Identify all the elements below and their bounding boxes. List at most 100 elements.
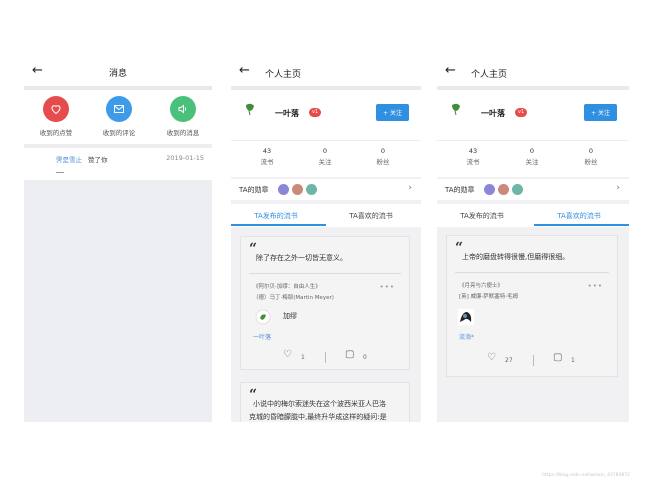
card-divider — [249, 273, 401, 274]
messages-header: ← 消息 — [24, 58, 212, 86]
comment-icon[interactable]: ▢ — [553, 352, 562, 363]
stat-value: 0 — [588, 147, 594, 155]
message-user[interactable]: 霁是雪止 — [56, 154, 82, 164]
received-comments-label: 收到的评论 — [102, 129, 136, 137]
stat-following[interactable]: 0 关注 — [512, 147, 552, 166]
more-options-icon[interactable]: ••• — [588, 282, 603, 290]
profile-header: ← 个人主页 — [231, 58, 421, 86]
messages-title: 消息 — [108, 69, 127, 79]
stat-label: 关注 — [318, 158, 332, 166]
badges-label: TA的勋章 — [445, 186, 475, 194]
received-messages-label: 收到的消息 — [166, 129, 200, 137]
watermark: https://blog.csdn.net/weixin_43784872 — [542, 473, 630, 478]
card-quote: 上帝的磨盘转得很慢,但磨得很细。 — [462, 253, 570, 261]
mail-icon — [114, 105, 124, 113]
leaf-avatar-icon[interactable] — [451, 102, 461, 116]
received-likes-label: 收到的点赞 — [39, 129, 73, 137]
received-likes-button[interactable] — [43, 96, 69, 122]
badges-row[interactable]: TA的勋章 › — [437, 179, 629, 200]
card-source-author: （德）马丁·梅耶(Martin Meyer) — [253, 295, 334, 301]
leaf-avatar-icon[interactable] — [245, 102, 255, 116]
level-badge: v1 — [515, 108, 528, 117]
stat-value: 43 — [262, 147, 272, 155]
profile-info: 一叶落 v1 + 关注 — [437, 90, 629, 140]
level-badge: v1 — [309, 108, 322, 117]
follow-button[interactable]: + 关注 — [376, 104, 409, 121]
profile-screen-liked: ← 个人主页 一叶落 v1 + 关注 43 流书 0 关注 0 粉丝 TA的勋章 › … — [437, 58, 629, 422]
card-source-title: 《阿尔贝·加缪：自由人生》 — [253, 284, 321, 290]
poster-avatar[interactable] — [457, 308, 475, 326]
received-messages-button[interactable] — [170, 96, 196, 122]
stat-label: 流书 — [260, 158, 274, 166]
chevron-right-icon: › — [616, 183, 620, 193]
follow-button[interactable]: + 关注 — [584, 104, 617, 121]
comment-icon[interactable]: ▢ — [345, 349, 354, 360]
heart-outline-icon[interactable]: ♡ — [283, 349, 292, 360]
badge-icon — [498, 184, 509, 195]
more-options-icon[interactable]: ••• — [380, 283, 395, 291]
header-divider — [24, 86, 212, 90]
empty-area — [24, 180, 212, 422]
stat-label: 粉丝 — [376, 158, 390, 166]
profile-title: 个人主页 — [471, 70, 508, 80]
tab-liked[interactable]: TA喜欢的流书 — [326, 211, 416, 221]
action-separator — [533, 355, 534, 366]
badge-icon — [278, 184, 289, 195]
message-date: 2019-01-15 — [166, 154, 204, 162]
message-text: 赞了你 — [88, 156, 108, 164]
profile-tabs: TA发布的流书 TA喜欢的流书 — [231, 204, 421, 227]
poster-name[interactable]: 流淌* — [459, 332, 474, 341]
stat-value: 0 — [380, 147, 386, 155]
stat-label: 关注 — [525, 158, 539, 166]
stat-value: 0 — [529, 147, 535, 155]
stat-value: 0 — [322, 147, 328, 155]
back-arrow-icon[interactable]: ← — [445, 63, 456, 79]
stat-label: 粉丝 — [584, 158, 598, 166]
book-card[interactable]: “ 小说中的梅尔索迷失在这个波西米亚人巴洛 克城的昏暗朦胧中,最终升华成这样的疑… — [240, 382, 410, 422]
received-comments-button[interactable] — [106, 96, 132, 122]
badge-icon — [306, 184, 317, 195]
author-avatar — [255, 309, 271, 325]
profile-stats: 43 流书 0 关注 0 粉丝 — [231, 140, 421, 177]
book-card[interactable]: “ 上帝的磨盘转得很慢,但磨得很细。 《月亮与六便士》 [英] 威廉·萨默塞特·… — [446, 235, 618, 377]
badge-icon — [484, 184, 495, 195]
profile-stats: 43 流书 0 关注 0 粉丝 — [437, 140, 629, 177]
profile-name: 一叶落 — [275, 109, 299, 118]
stat-value: 43 — [468, 147, 478, 155]
stat-following[interactable]: 0 关注 — [305, 147, 345, 166]
back-arrow-icon[interactable]: ← — [239, 63, 250, 79]
card-source-title: 《月亮与六便士》 — [459, 283, 504, 289]
messages-screen: ← 消息 收到的点赞 收到的评论 收到的消息 霁是雪止 赞了你 2019-01-… — [24, 58, 212, 422]
tab-liked[interactable]: TA喜欢的流书 — [534, 211, 624, 221]
message-item[interactable]: 霁是雪止 赞了你 2019-01-15 — [24, 148, 212, 180]
heart-icon — [51, 105, 61, 115]
tab-published[interactable]: TA发布的流书 — [231, 211, 321, 221]
heart-outline-icon[interactable]: ♡ — [487, 352, 496, 363]
stat-followers[interactable]: 0 粉丝 — [571, 147, 611, 166]
stat-books[interactable]: 43 流书 — [453, 147, 493, 166]
badge-icon — [292, 184, 303, 195]
book-card[interactable]: “ 除了存在之外一切皆无意义。 《阿尔贝·加缪：自由人生》 （德）马丁·梅耶(M… — [240, 236, 410, 370]
stat-followers[interactable]: 0 粉丝 — [363, 147, 403, 166]
card-divider — [455, 272, 609, 273]
badges-label: TA的勋章 — [239, 186, 269, 194]
poster-name[interactable]: 一叶落 — [253, 332, 271, 341]
profile-header: ← 个人主页 — [437, 58, 629, 86]
chevron-right-icon: › — [408, 183, 412, 193]
card-quote: 除了存在之外一切皆无意义。 — [256, 254, 347, 262]
like-count: 27 — [505, 357, 513, 364]
message-dash — [56, 172, 64, 173]
comment-count: 1 — [571, 357, 575, 364]
profile-title: 个人主页 — [265, 70, 302, 80]
like-count: 1 — [301, 354, 305, 361]
profile-info: 一叶落 v1 + 关注 — [231, 90, 421, 140]
stat-label: 流书 — [466, 158, 480, 166]
badge-icon — [512, 184, 523, 195]
profile-tabs: TA发布的流书 TA喜欢的流书 — [437, 204, 629, 227]
active-tab-indicator — [534, 224, 629, 226]
tab-published[interactable]: TA发布的流书 — [437, 211, 527, 221]
card-source-author: [英] 威廉·萨默塞特·毛姆 — [459, 294, 519, 300]
stat-books[interactable]: 43 流书 — [247, 147, 287, 166]
badges-row[interactable]: TA的勋章 › — [231, 179, 421, 200]
action-separator — [325, 352, 326, 363]
